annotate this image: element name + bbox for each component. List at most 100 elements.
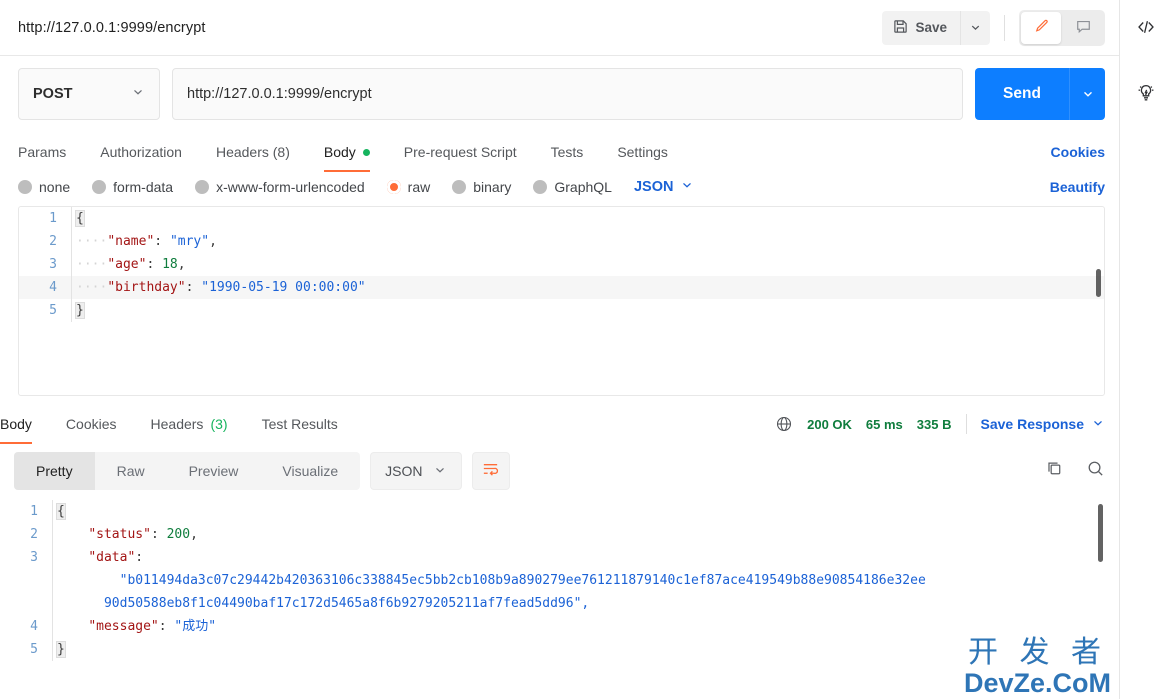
tab-settings-label: Settings (617, 144, 668, 160)
json-value: "成功" (174, 619, 217, 634)
response-status: 200 OK (807, 416, 852, 432)
indent-dots: ···· (76, 257, 108, 272)
tab-pre-request-script[interactable]: Pre-request Script (387, 132, 534, 172)
send-button[interactable]: Send (975, 68, 1069, 120)
response-viewer-scrollbar[interactable] (1098, 504, 1103, 562)
body-format-label: JSON (633, 179, 674, 195)
tab-tests[interactable]: Tests (534, 132, 601, 172)
request-editor-scrollbar[interactable] (1096, 269, 1101, 297)
body-type-graphql[interactable]: GraphQL (533, 179, 612, 195)
comment-icon (1075, 18, 1092, 38)
tab-authorization[interactable]: Authorization (83, 132, 199, 172)
request-close-brace: } (75, 302, 85, 319)
tab-params[interactable]: Params (18, 132, 83, 172)
json-colon: : (154, 234, 170, 249)
request-open-brace: { (75, 210, 85, 227)
code-line-active: 4 ····"birthday": "1990-05-19 00:00:00" (19, 276, 1104, 299)
header-actions: Save (882, 9, 1105, 46)
body-type-none[interactable]: none (18, 179, 70, 195)
chevron-down-icon (433, 463, 447, 480)
save-options-caret[interactable] (960, 10, 990, 45)
response-tab-body-label: Body (0, 416, 32, 432)
response-format-label: JSON (385, 463, 423, 479)
tips-button[interactable] (1131, 80, 1161, 110)
body-type-urlencoded[interactable]: x-www-form-urlencoded (195, 179, 365, 195)
save-button[interactable]: Save (882, 10, 960, 45)
beautify-link[interactable]: Beautify (1050, 179, 1105, 195)
line-number: 2 (30, 527, 38, 542)
radio-icon-selected (386, 180, 401, 194)
method-label: POST (33, 86, 73, 102)
request-body-code: 1 { 2 ····"name": "mry", 3 ····"age": 18… (19, 207, 1104, 322)
response-tab-test-results-label: Test Results (261, 416, 338, 432)
view-visualize[interactable]: Visualize (260, 452, 360, 490)
response-tab-body[interactable]: Body (0, 404, 49, 444)
json-colon: : (146, 257, 163, 272)
tab-params-label: Params (18, 144, 67, 160)
code-line: 2 ····"name": "mry", (19, 230, 1104, 253)
tab-tests-label: Tests (550, 144, 584, 160)
json-colon: : (185, 280, 202, 295)
wrap-lines-button[interactable] (471, 452, 510, 490)
comment-button[interactable] (1063, 12, 1103, 44)
chevron-down-icon (680, 178, 694, 196)
line-number: 4 (30, 619, 38, 634)
response-time: 65 ms (865, 416, 903, 432)
code-line: 3 "data": (0, 546, 1119, 569)
response-open-brace: { (56, 503, 66, 520)
response-tab-test-results[interactable]: Test Results (245, 404, 355, 444)
json-key: "status" (88, 527, 151, 542)
view-preview[interactable]: Preview (167, 452, 261, 490)
json-comma: , (177, 257, 186, 272)
line-number: 5 (49, 303, 57, 318)
tab-body[interactable]: Body (307, 132, 387, 172)
body-type-binary-label: binary (473, 179, 512, 195)
save-response-button[interactable]: Save Response (981, 416, 1106, 433)
tab-pre-request-script-label: Pre-request Script (403, 144, 517, 160)
json-comma: , (190, 527, 198, 542)
url-input[interactable] (172, 68, 963, 120)
request-title: http://127.0.0.1:9999/encrypt (18, 19, 206, 36)
line-number: 1 (30, 504, 38, 519)
json-key: "message" (88, 619, 159, 634)
body-format-select[interactable]: JSON (634, 178, 695, 196)
search-button[interactable] (1086, 459, 1105, 483)
tab-headers-label: Headers (8) (215, 144, 290, 160)
view-raw[interactable]: Raw (95, 452, 167, 490)
view-pretty[interactable]: Pretty (14, 452, 95, 490)
tab-headers[interactable]: Headers (8) (199, 132, 307, 172)
meta-divider (965, 414, 967, 434)
response-tab-cookies-label: Cookies (65, 416, 117, 432)
json-value: "mry" (169, 234, 210, 249)
view-mode-group (1019, 9, 1105, 46)
indent-dots: ···· (76, 280, 108, 295)
method-select[interactable]: POST (18, 68, 160, 120)
body-type-raw-label: raw (407, 179, 431, 195)
response-meta: 200 OK 65 ms 335 B Save Response (775, 414, 1105, 434)
copy-button[interactable] (1045, 459, 1064, 483)
body-type-form-data[interactable]: form-data (92, 179, 173, 195)
lightbulb-icon (1135, 82, 1157, 109)
response-format-select[interactable]: JSON (370, 452, 462, 490)
edit-button[interactable] (1021, 11, 1061, 44)
cookies-link[interactable]: Cookies (1051, 144, 1105, 160)
body-type-binary[interactable]: binary (452, 179, 511, 195)
save-response-label: Save Response (980, 416, 1085, 432)
right-sidebar (1120, 0, 1172, 699)
body-type-raw[interactable]: raw (386, 179, 431, 195)
json-key: "data" (88, 550, 136, 565)
code-snippet-button[interactable] (1131, 14, 1161, 44)
request-body-editor[interactable]: 1 { 2 ····"name": "mry", 3 ····"age": 18… (18, 206, 1105, 396)
response-body-viewer[interactable]: 1 { 2 "status": 200, 3 "data": "b011494d… (0, 500, 1119, 675)
response-tab-cookies[interactable]: Cookies (49, 404, 134, 444)
response-tab-headers[interactable]: Headers (3) (134, 404, 245, 444)
code-line: 3 ····"age": 18, (19, 253, 1104, 276)
indent-dots: ···· (76, 234, 108, 249)
save-button-group: Save (882, 10, 990, 45)
code-line: 5 } (19, 299, 1104, 322)
send-options-caret[interactable] (1069, 68, 1105, 120)
response-headers-count: (3) (210, 416, 228, 432)
radio-icon (195, 180, 210, 194)
response-close-brace: } (56, 641, 66, 658)
tab-settings[interactable]: Settings (600, 132, 685, 172)
